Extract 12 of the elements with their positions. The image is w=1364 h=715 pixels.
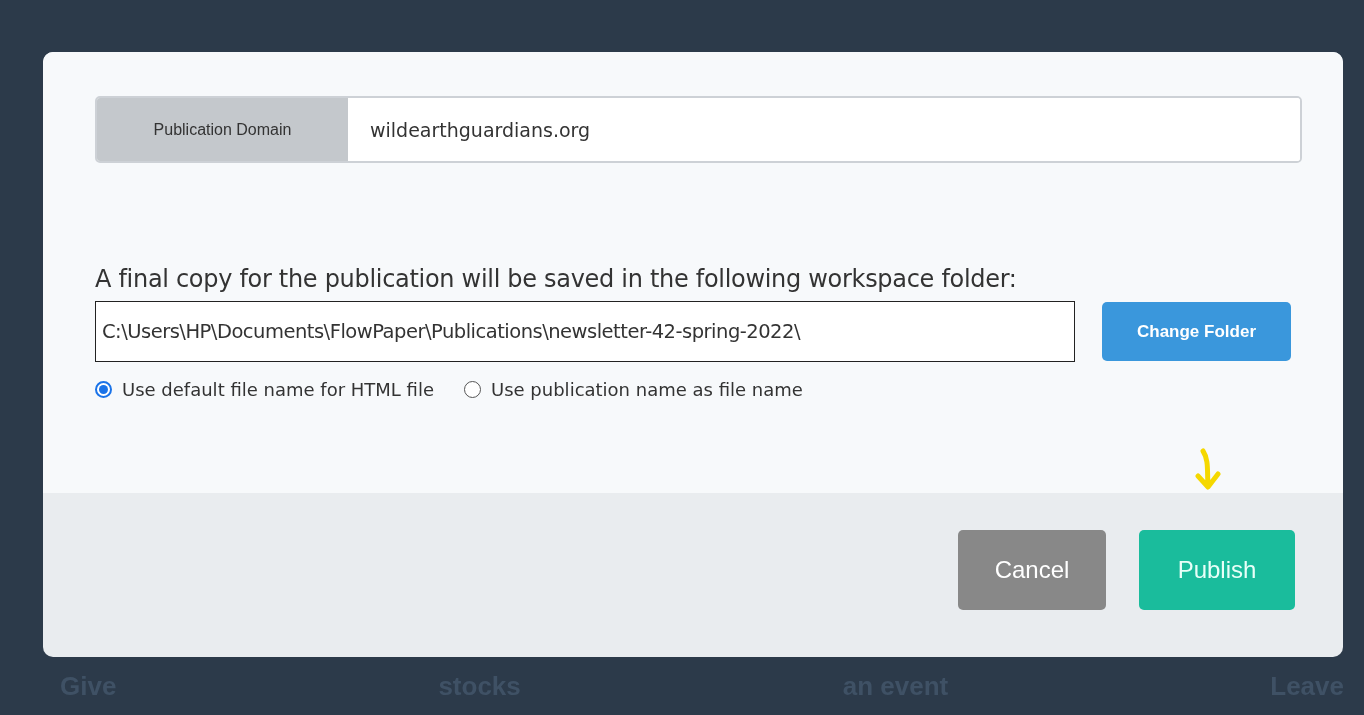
cancel-button[interactable]: Cancel — [958, 530, 1106, 610]
radio-button[interactable] — [464, 381, 481, 398]
radio-label: Use default file name for HTML file — [122, 379, 434, 400]
domain-field[interactable]: Publication Domain wildearthguardians.org — [95, 96, 1302, 163]
domain-label: Publication Domain — [97, 98, 348, 161]
radio-label: Use publication name as file name — [491, 379, 803, 400]
folder-note: A final copy for the publication will be saved in the following workspace folder: — [95, 265, 1018, 293]
folder-path-field[interactable]: C:\Users\HP\Documents\FlowPaper\Publications\newsletter-42-spring-2022\ — [95, 301, 1075, 362]
arrow-drawing — [1193, 448, 1223, 492]
publish-button[interactable]: Publish — [1139, 530, 1295, 610]
radio-button[interactable] — [95, 381, 112, 398]
change-folder-button[interactable]: Change Folder — [1102, 302, 1291, 361]
